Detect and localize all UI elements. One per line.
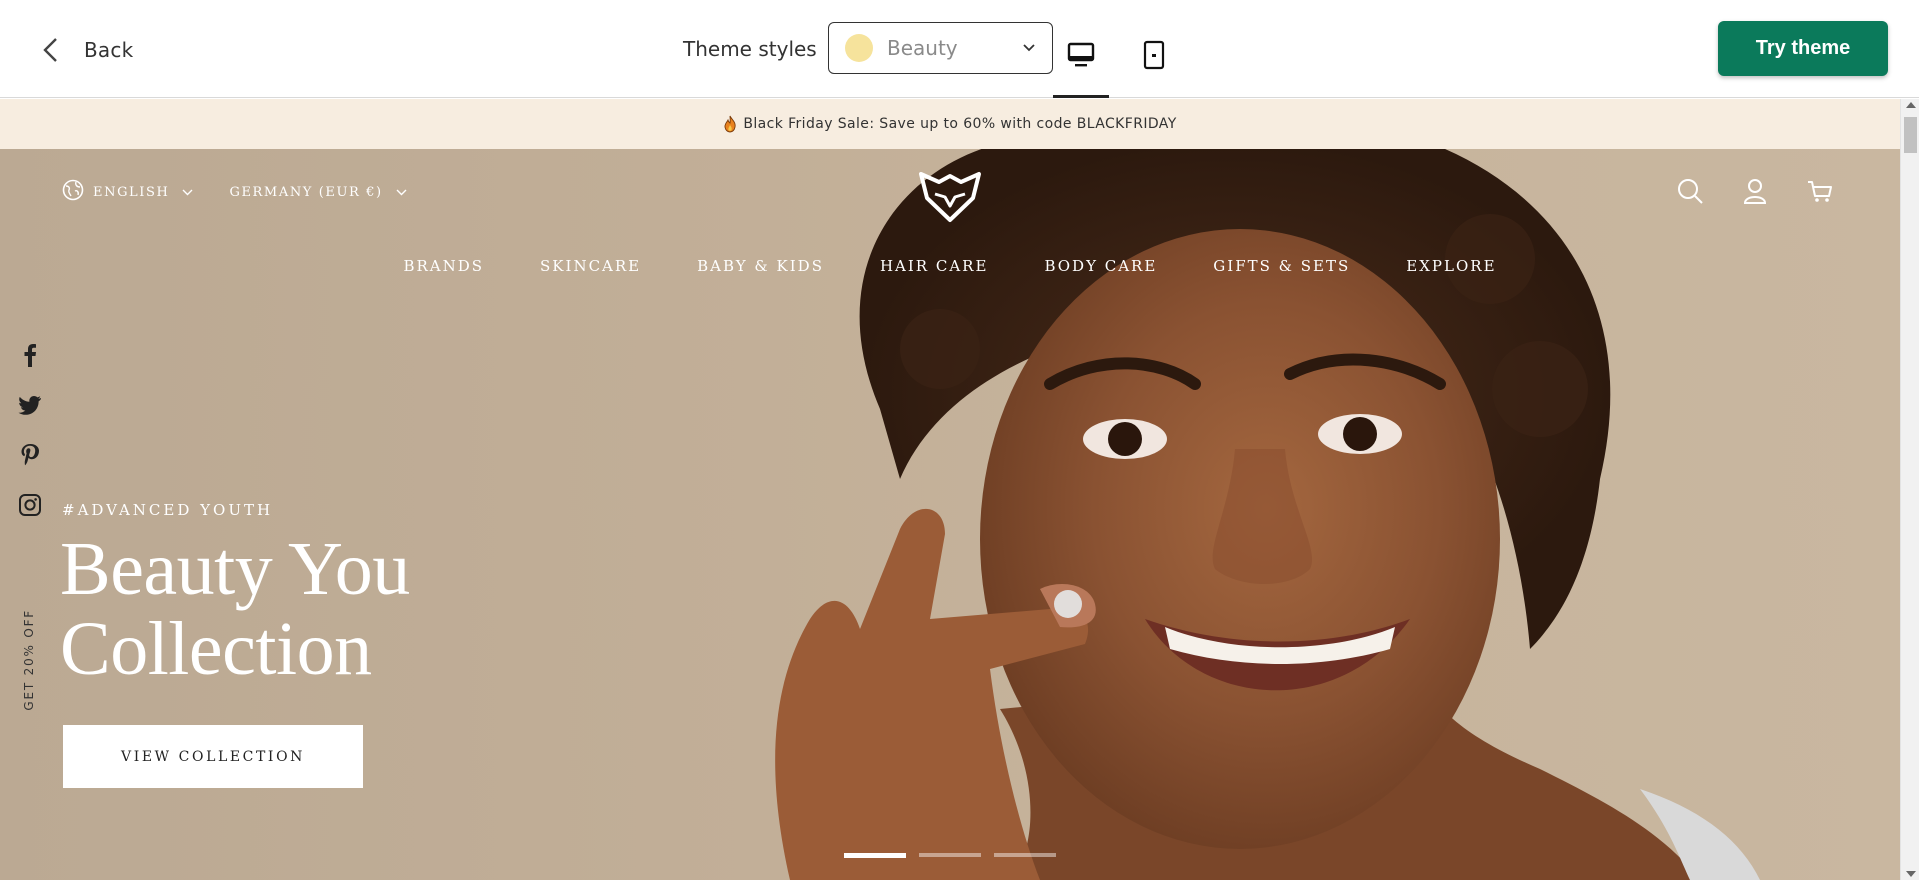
main-navigation: BRANDS SKINCARE BABY & KIDS HAIR CARE BO… — [0, 257, 1900, 275]
nav-item-baby-kids[interactable]: BABY & KIDS — [697, 257, 824, 275]
back-button[interactable]: Back — [40, 30, 133, 70]
hero-title-line1: Beauty You — [60, 527, 410, 611]
cart-icon[interactable] — [1806, 177, 1834, 205]
language-selector[interactable]: ENGLISH — [62, 179, 193, 205]
nav-item-explore[interactable]: EXPLORE — [1406, 257, 1496, 275]
slide-dot-2[interactable] — [919, 853, 981, 857]
vertical-scrollbar[interactable] — [1900, 99, 1919, 880]
nav-item-hair-care[interactable]: HAIR CARE — [880, 257, 988, 275]
announcement-text: Black Friday Sale: Save up to 60% with c… — [743, 116, 1177, 132]
hero-eyebrow: #ADVANCED YOUTH — [62, 501, 274, 519]
side-promo-tab[interactable]: GET 20% OFF — [22, 609, 36, 711]
back-label: Back — [84, 38, 134, 62]
instagram-icon[interactable] — [18, 493, 44, 517]
try-theme-button[interactable]: Try theme — [1718, 21, 1888, 76]
store-header-left: ENGLISH GERMANY (EUR €) — [62, 179, 407, 205]
language-label: ENGLISH — [93, 184, 170, 200]
desktop-icon — [1067, 42, 1095, 67]
account-icon[interactable] — [1741, 177, 1769, 205]
globe-icon — [62, 179, 84, 205]
nav-item-brands[interactable]: BRANDS — [403, 257, 484, 275]
nav-item-skincare[interactable]: SKINCARE — [540, 257, 641, 275]
fire-icon — [723, 115, 737, 133]
facebook-icon[interactable] — [18, 343, 44, 367]
slide-dot-3[interactable] — [994, 853, 1056, 857]
slide-indicators — [844, 853, 1056, 858]
slide-dot-1[interactable] — [844, 853, 906, 858]
theme-preview-toolbar: Back Theme styles Beauty Try theme — [0, 0, 1919, 98]
search-icon[interactable] — [1676, 177, 1704, 205]
view-collection-button[interactable]: VIEW COLLECTION — [63, 725, 363, 788]
theme-style-select[interactable]: Beauty — [828, 22, 1053, 74]
pinterest-icon[interactable] — [18, 443, 44, 467]
nav-item-gifts-sets[interactable]: GIFTS & SETS — [1213, 257, 1350, 275]
nav-item-body-care[interactable]: BODY CARE — [1044, 257, 1157, 275]
theme-styles-label: Theme styles — [683, 37, 817, 61]
style-swatch — [845, 34, 873, 62]
desktop-view-button[interactable] — [1053, 26, 1109, 98]
mobile-icon — [1143, 40, 1165, 70]
chevron-down-icon — [182, 189, 193, 195]
chevron-down-icon — [1023, 44, 1035, 52]
announcement-bar: Black Friday Sale: Save up to 60% with c… — [0, 99, 1900, 149]
chevron-down-icon — [396, 189, 407, 195]
scroll-down-arrow-icon[interactable] — [1906, 871, 1916, 877]
scrollbar-thumb[interactable] — [1904, 117, 1917, 153]
theme-style-value: Beauty — [887, 36, 958, 60]
twitter-icon[interactable] — [18, 393, 44, 417]
store-logo[interactable] — [915, 164, 985, 224]
mobile-view-button[interactable] — [1126, 26, 1182, 98]
chevron-left-icon — [43, 38, 57, 62]
currency-label: GERMANY (EUR €) — [229, 184, 383, 200]
hero-title-line2: Collection — [60, 607, 372, 691]
currency-selector[interactable]: GERMANY (EUR €) — [229, 184, 407, 200]
social-links — [18, 343, 44, 517]
hero-slideshow: ENGLISH GERMANY (EUR €) BRANDS SKINCARE … — [0, 149, 1900, 880]
scroll-up-arrow-icon[interactable] — [1906, 102, 1916, 108]
store-header-icons — [1676, 177, 1834, 205]
hero-title: Beauty You Collection — [60, 529, 410, 689]
